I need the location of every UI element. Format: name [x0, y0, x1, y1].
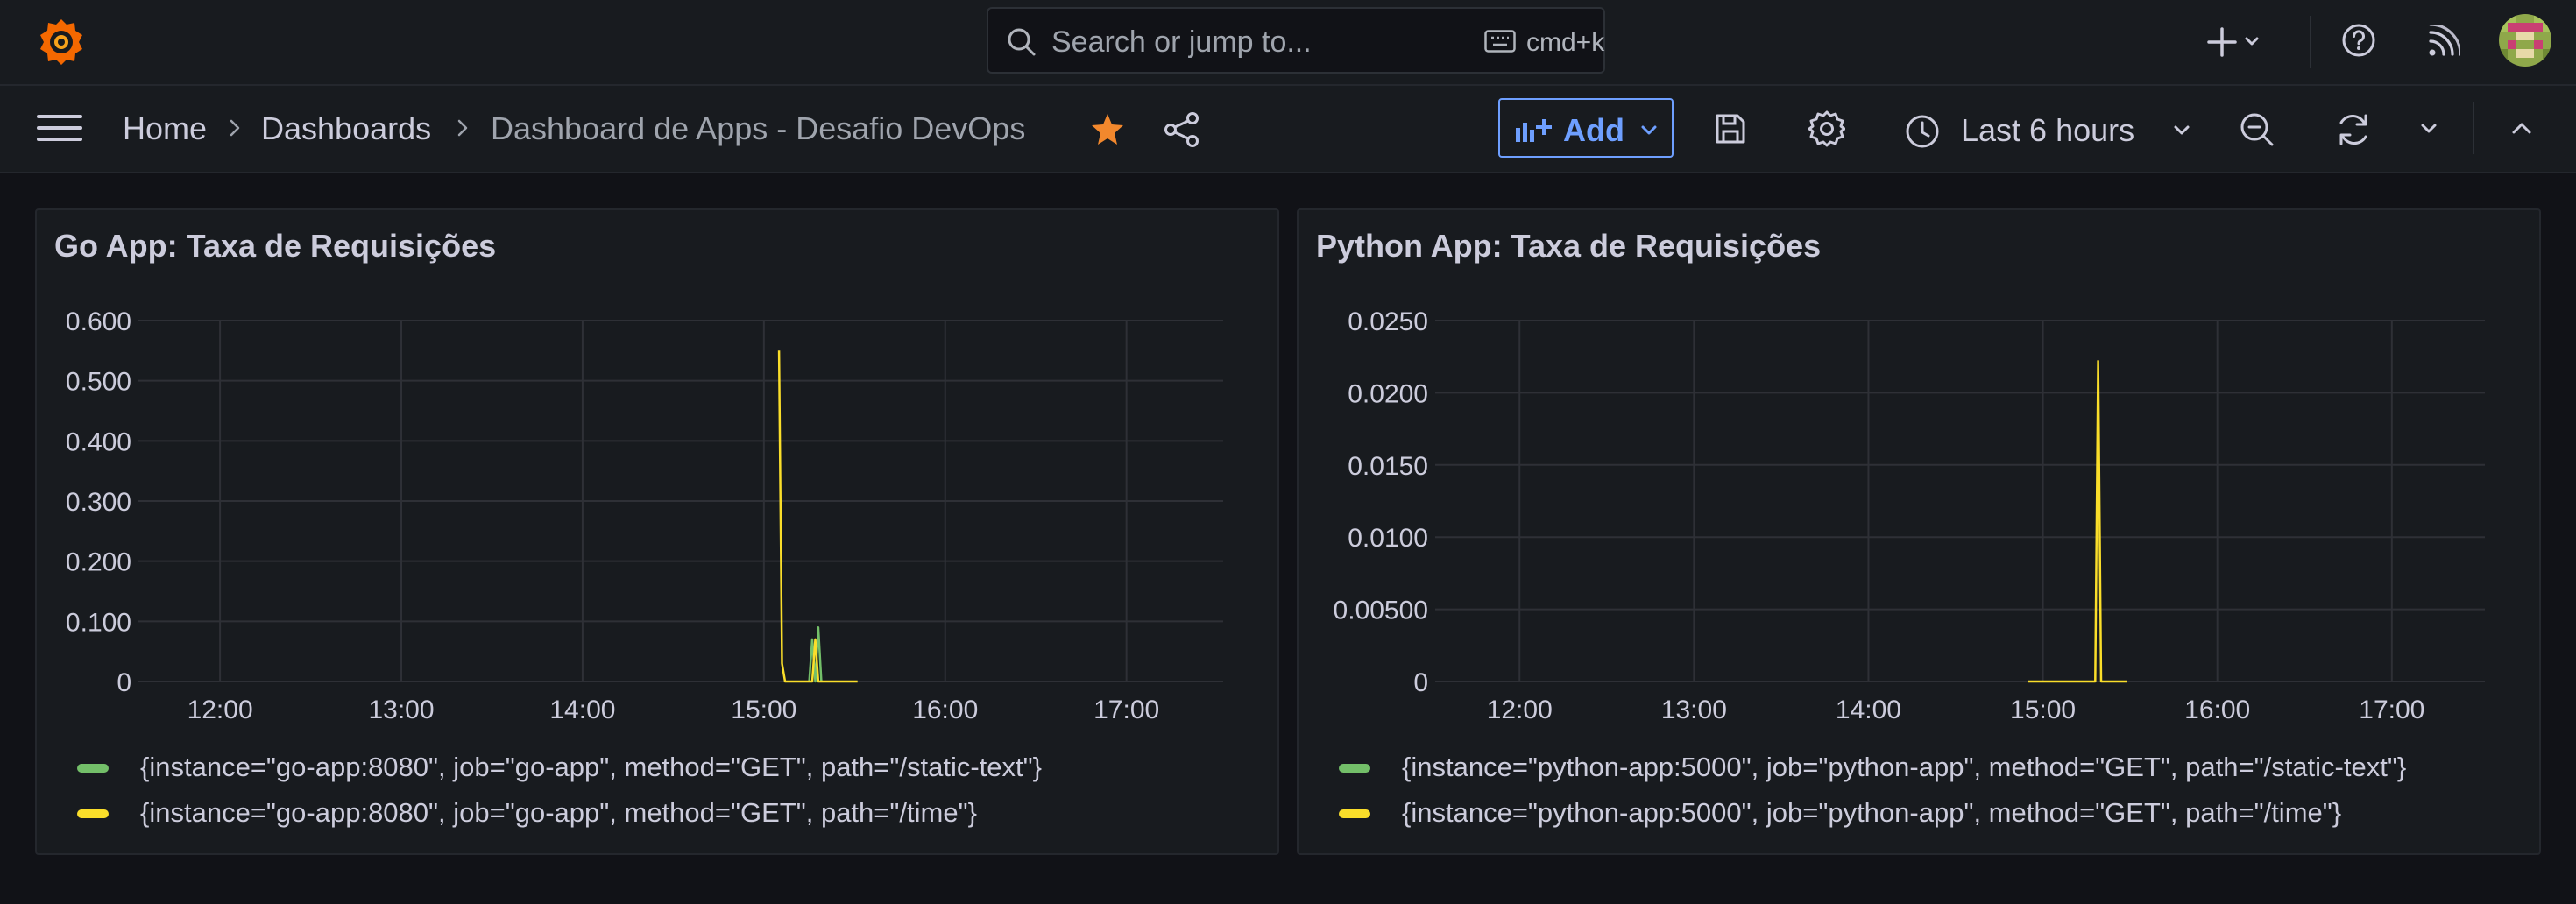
- settings-gear-icon[interactable]: [1808, 110, 1845, 147]
- star-icon[interactable]: [1090, 112, 1125, 147]
- chevron-down-icon: [2245, 37, 2259, 46]
- x-tick-label: 16:00: [2184, 696, 2250, 724]
- add-button[interactable]: Add: [1498, 98, 1674, 158]
- x-tick-label: 13:00: [1661, 696, 1727, 724]
- keyboard-icon: [1484, 30, 1516, 53]
- y-tick-label: 0.0200: [1348, 379, 1428, 408]
- help-icon[interactable]: [2341, 23, 2376, 58]
- grafana-logo-icon[interactable]: [35, 16, 88, 68]
- legend-label: {instance="python-app:5000", job="python…: [1402, 797, 2342, 828]
- legend-series-color: [1339, 809, 1370, 818]
- panel-python-app[interactable]: Python App: Taxa de Requisições 0 0.00500…: [1297, 208, 2541, 855]
- y-tick-label: 0.500: [66, 368, 131, 397]
- legend-series-color: [1339, 764, 1370, 773]
- time-range-label: Last 6 hours: [1961, 112, 2135, 148]
- news-rss-icon[interactable]: [2427, 25, 2460, 58]
- legend-item[interactable]: {instance="python-app:5000", job="python…: [1339, 797, 2513, 832]
- add-panel-icon: [1516, 119, 1552, 142]
- x-tick-label: 12:00: [188, 696, 253, 724]
- search-input[interactable]: [1050, 19, 1474, 65]
- x-tick-label: 17:00: [2359, 696, 2424, 724]
- x-tick-label: 13:00: [368, 696, 434, 724]
- legend-series-color: [77, 764, 109, 773]
- legend-label: {instance="go-app:8080", job="go-app", m…: [140, 797, 977, 828]
- topbar-divider: [2310, 16, 2311, 68]
- legend-item[interactable]: {instance="go-app:8080", job="go-app", m…: [77, 797, 1216, 832]
- search-bar[interactable]: cmd+k: [987, 7, 1605, 74]
- legend-item[interactable]: {instance="go-app:8080", job="go-app", m…: [77, 752, 1216, 787]
- legend-item[interactable]: {instance="python-app:5000", job="python…: [1339, 752, 2513, 787]
- add-button-label: Add: [1563, 112, 1624, 148]
- chevron-right-icon: [457, 119, 468, 137]
- refresh-interval-chevron-down-icon[interactable]: [2420, 123, 2438, 135]
- navbar-divider: [2473, 102, 2474, 154]
- panel-go-app[interactable]: Go App: Taxa de Requisições 0 0.100 0.200 0…: [35, 208, 1279, 855]
- y-tick-label: 0.00500: [1334, 597, 1428, 625]
- y-tick-label: 0: [117, 668, 131, 697]
- time-range-picker[interactable]: Last 6 hours: [1896, 98, 2212, 158]
- y-tick-label: 0.0250: [1348, 307, 1428, 336]
- x-tick-label: 17:00: [1093, 696, 1159, 724]
- legend-label: {instance="go-app:8080", job="go-app", m…: [140, 752, 1043, 782]
- x-tick-label: 15:00: [2010, 696, 2076, 724]
- x-tick-label: 14:00: [1836, 696, 1901, 724]
- breadcrumb-current-dashboard: Dashboard de Apps - Desafio DevOps: [491, 110, 1026, 146]
- search-icon: [1008, 28, 1036, 56]
- save-icon[interactable]: [1714, 112, 1747, 145]
- share-icon[interactable]: [1164, 112, 1200, 147]
- breadcrumb-dashboards[interactable]: Dashboards: [261, 110, 431, 147]
- plus-icon: [2207, 27, 2237, 57]
- chevron-down-icon: [2174, 125, 2190, 135]
- user-avatar[interactable]: [2499, 14, 2551, 67]
- x-tick-label: 16:00: [912, 696, 978, 724]
- dashboard-nav-bar: Home Dashboards Dashboard de Apps - Desa…: [0, 86, 2576, 173]
- y-tick-label: 0.0150: [1348, 452, 1428, 481]
- y-tick-label: 0.0100: [1348, 524, 1428, 553]
- y-tick-label: 0.300: [66, 488, 131, 517]
- new-dropdown-button[interactable]: [2206, 26, 2262, 58]
- y-tick-label: 0: [1413, 668, 1428, 697]
- x-tick-label: 12:00: [1487, 696, 1553, 724]
- top-bar: cmd+k: [0, 0, 2576, 86]
- y-tick-label: 0.200: [66, 548, 131, 577]
- keyboard-shortcut-hint: cmd+k: [1461, 26, 1604, 58]
- chevron-right-icon: [230, 119, 240, 137]
- zoom-out-icon[interactable]: [2240, 112, 2275, 147]
- search-shortcut-label: cmd+k: [1526, 28, 1605, 57]
- breadcrumb-home[interactable]: Home: [123, 110, 207, 147]
- y-tick-label: 0.100: [66, 608, 131, 637]
- chevron-down-icon: [1641, 125, 1657, 135]
- clock-icon: [1906, 115, 1939, 148]
- y-tick-label: 0.400: [66, 427, 131, 456]
- menu-icon[interactable]: [37, 112, 82, 144]
- x-tick-label: 15:00: [731, 696, 796, 724]
- y-tick-label: 0.600: [66, 307, 131, 336]
- legend-series-color: [77, 809, 109, 818]
- collapse-chevron-up-icon[interactable]: [2511, 121, 2532, 135]
- x-tick-label: 14:00: [549, 696, 615, 724]
- legend-label: {instance="python-app:5000", job="python…: [1402, 752, 2407, 782]
- refresh-icon[interactable]: [2336, 112, 2371, 147]
